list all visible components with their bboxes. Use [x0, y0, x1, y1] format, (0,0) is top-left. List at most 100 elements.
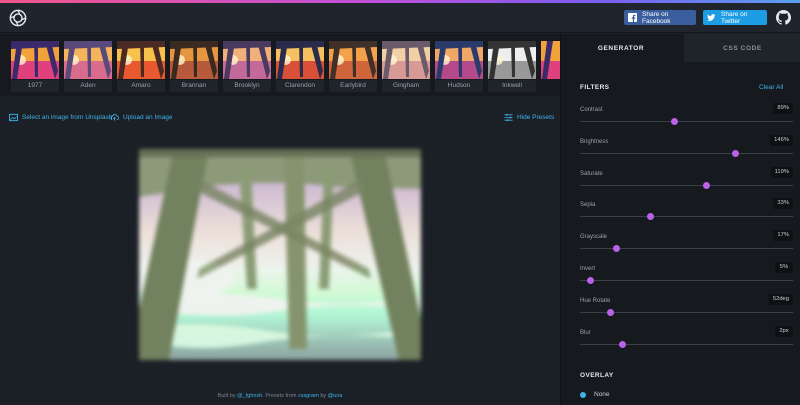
- filter-slider-handle[interactable]: [587, 277, 595, 284]
- preset-gingham[interactable]: Gingham: [382, 41, 430, 92]
- filter-slider-track[interactable]: [580, 118, 793, 125]
- filter-sepia: Sepia 33%: [580, 198, 793, 224]
- preset-brooklyn[interactable]: Brooklyn: [223, 41, 271, 92]
- preset-brannan[interactable]: Brannan: [170, 41, 218, 92]
- share-twitter-label: Share on Twitter: [721, 10, 748, 25]
- radio-selected-icon: [580, 391, 586, 398]
- preset-label: Brooklyn: [223, 80, 271, 92]
- hide-presets-link[interactable]: Hide Presets: [504, 110, 554, 124]
- preset-thumbnail: [276, 41, 324, 79]
- credit-source-link[interactable]: cssgram: [298, 393, 319, 399]
- filter-value[interactable]: 33%: [773, 198, 793, 210]
- overlay-option-label: None: [594, 391, 610, 398]
- upload-image-link[interactable]: Upload an Image: [110, 110, 173, 124]
- filter-saturate: Saturate 119%: [580, 166, 793, 193]
- tab-css-code[interactable]: CSS CODE: [684, 34, 800, 62]
- overlay-option-none[interactable]: None: [580, 391, 610, 398]
- filter-slider-track[interactable]: [580, 277, 793, 284]
- filter-label: Sepia: [580, 202, 596, 209]
- filter-value[interactable]: 17%: [773, 230, 793, 242]
- facebook-icon: [628, 13, 637, 22]
- filter-slider-handle[interactable]: [731, 149, 739, 157]
- preset-hudson[interactable]: Hudson: [435, 41, 483, 92]
- preset-thumbnail: [117, 41, 165, 79]
- github-icon[interactable]: [776, 10, 791, 25]
- preset-thumbnail: [541, 41, 560, 79]
- filter-label: Contrast: [580, 107, 603, 113]
- filter-slider-handle[interactable]: [646, 213, 654, 221]
- hide-presets-label: Hide Presets: [517, 113, 555, 121]
- preset-aden[interactable]: Aden: [64, 41, 112, 92]
- preset-thumbnail: [64, 41, 112, 79]
- share-twitter-button[interactable]: Share on Twitter: [703, 10, 767, 25]
- filter-value[interactable]: 89%: [773, 103, 793, 114]
- settings-panel: GENERATOR CSS CODE FILTERS Clear All Con…: [560, 34, 800, 405]
- preset-thumbnail: [223, 41, 271, 79]
- select-unsplash-link[interactable]: Select an image from Unsplash: [9, 110, 112, 124]
- filter-value[interactable]: 52deg: [768, 293, 793, 305]
- filter-slider-track[interactable]: [580, 340, 793, 348]
- filter-contrast: Contrast 89%: [580, 103, 793, 129]
- filter-grayscale: Grayscale 17%: [580, 230, 793, 256]
- credit-by: by: [320, 393, 327, 399]
- preset-thumbnail: [170, 41, 218, 79]
- credit-prefix: Built by: [217, 393, 236, 399]
- overlay-title: OVERLAY: [580, 372, 614, 379]
- share-facebook-button[interactable]: Share on Facebook: [624, 10, 696, 25]
- filter-blur: Blur 2px: [580, 325, 793, 352]
- preset-label: Inkwell: [488, 80, 536, 92]
- filter-slider-track[interactable]: [580, 149, 793, 157]
- preset-1977[interactable]: 1977: [11, 41, 59, 92]
- preset-inkwell[interactable]: Inkwell: [488, 41, 536, 92]
- credit-author-link[interactable]: @_fghosh: [237, 393, 262, 399]
- preset-label: Aden: [64, 80, 112, 92]
- filter-value[interactable]: 2px: [775, 325, 793, 337]
- tab-generator[interactable]: GENERATOR: [561, 34, 681, 62]
- preset-thumbnail: [11, 41, 59, 79]
- credit-mid: . Presets from: [262, 393, 297, 399]
- filter-value[interactable]: 119%: [770, 166, 793, 178]
- preset-label: Hudson: [435, 80, 483, 92]
- filter-slider-handle[interactable]: [703, 181, 711, 189]
- filter-label: Saturate: [580, 170, 603, 177]
- filter-brightness: Brightness 146%: [580, 134, 793, 161]
- logo-icon[interactable]: [9, 9, 27, 27]
- credit-source-author-link[interactable]: @una: [328, 393, 343, 399]
- clear-all-link[interactable]: Clear All: [759, 84, 783, 91]
- filter-label: Invert: [580, 266, 596, 272]
- upload-image-label: Upload an Image: [123, 113, 173, 121]
- filters-title: FILTERS: [580, 84, 610, 91]
- preset-label: Gingham: [382, 80, 430, 92]
- cloud-upload-icon: [110, 113, 119, 121]
- preset-label: Clarendon: [276, 80, 324, 92]
- preset-thumbnail: [382, 41, 430, 79]
- share-facebook-label: Share on Facebook: [642, 10, 671, 25]
- filter-value[interactable]: 5%: [775, 262, 793, 273]
- filter-hue-rotate: Hue Rotate 52deg: [580, 293, 793, 320]
- filter-slider-handle[interactable]: [671, 118, 679, 125]
- filter-slider-track[interactable]: [580, 245, 793, 253]
- filter-slider-track[interactable]: [580, 308, 793, 316]
- filter-label: Grayscale: [580, 234, 608, 241]
- filter-slider-handle[interactable]: [612, 245, 620, 253]
- filter-label: Hue Rotate: [580, 297, 611, 304]
- top-bar: Share on Facebook Share on Twitter: [0, 3, 800, 33]
- preset-label: Amaro: [117, 80, 165, 92]
- filter-slider-track[interactable]: [580, 181, 793, 189]
- panel-tabs: GENERATOR CSS CODE: [561, 34, 800, 62]
- preset-earlybird[interactable]: Earlybird: [329, 41, 377, 92]
- filter-slider-handle[interactable]: [619, 340, 627, 348]
- preset-label: Brannan: [170, 80, 218, 92]
- filter-value[interactable]: 146%: [770, 134, 793, 146]
- sliders-icon: [504, 113, 513, 121]
- image-icon: [9, 113, 18, 121]
- preset-clarendon[interactable]: Clarendon: [276, 41, 324, 92]
- preset-label: Earlybird: [329, 80, 377, 92]
- preset-amaro[interactable]: Amaro: [117, 41, 165, 92]
- preset-partial[interactable]: [541, 41, 560, 79]
- filter-slider-track[interactable]: [580, 213, 793, 221]
- preset-thumbnail: [329, 41, 377, 79]
- filter-slider-handle[interactable]: [607, 308, 615, 316]
- twitter-icon: [707, 13, 716, 22]
- image-actions: Select an image from Unsplash Upload an …: [0, 110, 560, 126]
